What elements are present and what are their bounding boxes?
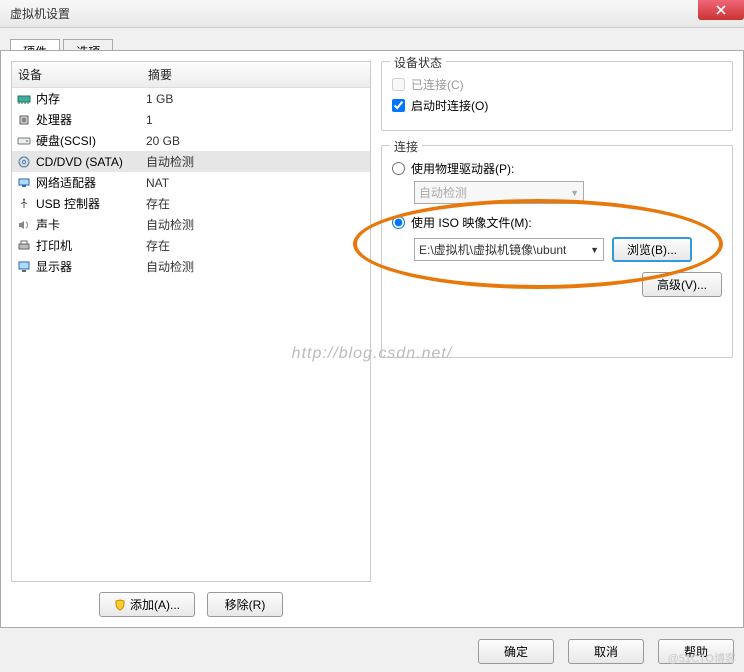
connect-at-power-checkbox[interactable]	[392, 99, 405, 112]
close-button[interactable]	[698, 0, 744, 20]
device-label: 显示器	[36, 258, 146, 275]
list-row-memory[interactable]: 内存 1 GB	[12, 88, 370, 109]
remove-button-label: 移除(R)	[225, 596, 266, 613]
physical-drive-value: 自动检测	[419, 184, 467, 201]
use-physical-label: 使用物理驱动器(P):	[411, 160, 514, 177]
list-row-cpu[interactable]: 处理器 1	[12, 109, 370, 130]
device-label: 打印机	[36, 237, 146, 254]
device-label: 硬盘(SCSI)	[36, 132, 146, 149]
add-button[interactable]: 添加(A)...	[99, 592, 195, 617]
advanced-button[interactable]: 高级(V)...	[642, 272, 722, 297]
right-column: 设备状态 已连接(C) 启动时连接(O) 连接 使用物理驱动器(P): 自动检测	[381, 61, 733, 617]
device-status-group: 设备状态 已连接(C) 启动时连接(O)	[381, 61, 733, 131]
connect-at-power-label: 启动时连接(O)	[411, 97, 488, 114]
add-button-label: 添加(A)...	[130, 596, 180, 613]
close-icon	[716, 5, 726, 15]
left-button-row: 添加(A)... 移除(R)	[11, 592, 371, 617]
iso-path-combo[interactable]: E:\虚拟机\虚拟机镜像\ubunt ▼	[414, 238, 604, 261]
connected-label: 已连接(C)	[411, 76, 464, 93]
use-iso-radio[interactable]	[392, 216, 405, 229]
memory-icon	[16, 92, 32, 106]
connect-at-power-row[interactable]: 启动时连接(O)	[392, 97, 722, 114]
net-icon	[16, 176, 32, 190]
left-column: 设备 摘要 内存 1 GB 处理器 1	[11, 61, 371, 617]
physical-drive-combo[interactable]: 自动检测 ▼	[414, 181, 584, 204]
connected-checkbox[interactable]	[392, 78, 405, 91]
device-summary: 自动检测	[146, 258, 366, 275]
cd-icon	[16, 155, 32, 169]
device-summary: 1 GB	[146, 92, 366, 106]
device-summary: 存在	[146, 237, 366, 254]
device-label: 声卡	[36, 216, 146, 233]
hdd-icon	[16, 134, 32, 148]
iso-path-value: E:\虚拟机\虚拟机镜像\ubunt	[419, 241, 566, 258]
advanced-button-label: 高级(V)...	[657, 276, 707, 293]
device-summary: 自动检测	[146, 216, 366, 233]
ok-label: 确定	[504, 643, 528, 660]
list-rows: 内存 1 GB 处理器 1 硬盘(SCSI) 20 GB	[12, 88, 370, 277]
dialog-body: 硬件 选项 设备 摘要 内存 1 GB 处理器	[0, 28, 744, 672]
device-status-title: 设备状态	[390, 54, 446, 71]
tab-panel: 设备 摘要 内存 1 GB 处理器 1	[0, 50, 744, 628]
device-label: 网络适配器	[36, 174, 146, 191]
column-header-device[interactable]: 设备	[12, 62, 142, 87]
column-header-summary[interactable]: 摘要	[142, 62, 370, 87]
browse-button-label: 浏览(B)...	[627, 241, 677, 258]
connected-checkbox-row[interactable]: 已连接(C)	[392, 76, 722, 93]
use-physical-row[interactable]: 使用物理驱动器(P):	[392, 160, 722, 177]
device-summary: 自动检测	[146, 153, 366, 170]
ok-button[interactable]: 确定	[478, 639, 554, 664]
list-row-network[interactable]: 网络适配器 NAT	[12, 172, 370, 193]
device-label: 内存	[36, 90, 146, 107]
usb-icon	[16, 197, 32, 211]
list-header: 设备 摘要	[12, 62, 370, 88]
cancel-button[interactable]: 取消	[568, 639, 644, 664]
connection-title: 连接	[390, 138, 422, 155]
list-row-cddvd[interactable]: CD/DVD (SATA) 自动检测	[12, 151, 370, 172]
help-button[interactable]: 帮助	[658, 639, 734, 664]
device-list: 设备 摘要 内存 1 GB 处理器 1	[11, 61, 371, 582]
cpu-icon	[16, 113, 32, 127]
chevron-down-icon: ▼	[590, 245, 599, 255]
cancel-label: 取消	[594, 643, 618, 660]
iso-row: E:\虚拟机\虚拟机镜像\ubunt ▼ 浏览(B)...	[414, 237, 722, 262]
use-physical-radio[interactable]	[392, 162, 405, 175]
device-label: 处理器	[36, 111, 146, 128]
chevron-down-icon: ▼	[570, 188, 579, 198]
browse-button[interactable]: 浏览(B)...	[612, 237, 692, 262]
window-title: 虚拟机设置	[10, 5, 70, 22]
shield-icon	[114, 599, 126, 611]
use-iso-label: 使用 ISO 映像文件(M):	[411, 214, 532, 231]
list-row-sound[interactable]: 声卡 自动检测	[12, 214, 370, 235]
device-summary: 20 GB	[146, 134, 366, 148]
advanced-row: 高级(V)...	[392, 272, 722, 297]
connection-group: 连接 使用物理驱动器(P): 自动检测 ▼ 使用 ISO 映像文件(M): E:…	[381, 145, 733, 358]
device-summary: NAT	[146, 176, 366, 190]
list-row-usb[interactable]: USB 控制器 存在	[12, 193, 370, 214]
list-row-hdd[interactable]: 硬盘(SCSI) 20 GB	[12, 130, 370, 151]
device-label: CD/DVD (SATA)	[36, 155, 146, 169]
list-row-printer[interactable]: 打印机 存在	[12, 235, 370, 256]
display-icon	[16, 260, 32, 274]
use-iso-row[interactable]: 使用 ISO 映像文件(M):	[392, 214, 722, 231]
remove-button[interactable]: 移除(R)	[207, 592, 283, 617]
footer: 确定 取消 帮助	[10, 639, 734, 664]
device-summary: 1	[146, 113, 366, 127]
titlebar: 虚拟机设置	[0, 0, 744, 28]
device-summary: 存在	[146, 195, 366, 212]
device-label: USB 控制器	[36, 195, 146, 212]
help-label: 帮助	[684, 643, 708, 660]
printer-icon	[16, 239, 32, 253]
sound-icon	[16, 218, 32, 232]
list-row-display[interactable]: 显示器 自动检测	[12, 256, 370, 277]
